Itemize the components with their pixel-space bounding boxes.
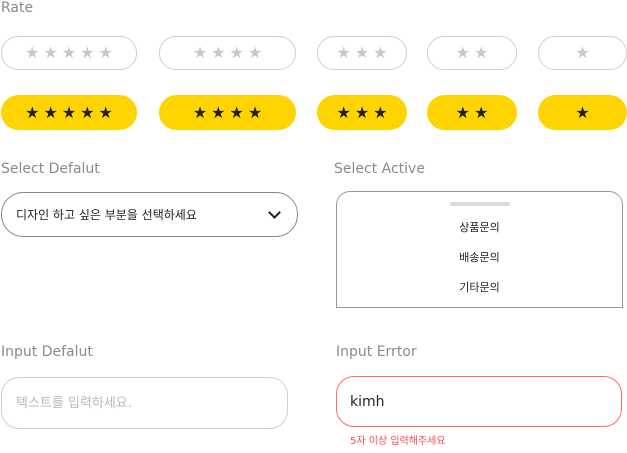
text-input-error-container — [336, 376, 622, 427]
option-item[interactable]: 상품문의 — [337, 219, 622, 235]
rating-option-5-filled[interactable]: ★ ★ ★ ★ ★ — [1, 95, 137, 130]
select-default-label: Select Defalut — [1, 161, 100, 177]
chevron-down-icon — [268, 206, 281, 219]
star-icon: ★ — [474, 43, 489, 62]
rate-label: Rate — [1, 0, 34, 16]
rating-option-4-filled[interactable]: ★ ★ ★ ★ — [159, 95, 296, 130]
star-icon: ★ — [575, 43, 590, 62]
star-icon: ★ — [98, 43, 113, 62]
rating-option-5-outline[interactable]: ★ ★ ★ ★ ★ — [1, 36, 137, 70]
rating-option-3-outline[interactable]: ★ ★ ★ — [317, 36, 407, 70]
star-icon: ★ — [247, 102, 263, 122]
star-icon: ★ — [192, 43, 208, 62]
star-icon: ★ — [192, 102, 208, 122]
rating-option-2-outline[interactable]: ★ ★ — [427, 36, 517, 70]
error-message: 5자 이상 입력해주세요 — [350, 436, 446, 447]
text-input-error[interactable] — [348, 392, 621, 411]
star-icon: ★ — [336, 43, 351, 62]
star-icon: ★ — [43, 43, 58, 62]
rating-option-2-filled[interactable]: ★ ★ — [427, 95, 517, 130]
star-icon: ★ — [354, 102, 370, 122]
star-icon: ★ — [25, 43, 40, 62]
star-icon: ★ — [80, 102, 95, 122]
star-icon: ★ — [373, 102, 388, 122]
sheet-handle[interactable] — [450, 202, 510, 206]
input-error-label: Input Errtor — [336, 344, 417, 360]
star-icon: ★ — [373, 43, 388, 62]
star-icon: ★ — [80, 43, 95, 62]
select-options-sheet: 상품문의 배송문의 기타문의 — [336, 191, 623, 308]
input-default-label: Input Defalut — [1, 344, 93, 360]
option-item[interactable]: 배송문의 — [337, 249, 622, 265]
rating-option-4-outline[interactable]: ★ ★ ★ ★ — [159, 36, 296, 70]
star-icon: ★ — [98, 102, 113, 122]
star-icon: ★ — [229, 43, 244, 62]
star-icon: ★ — [61, 43, 77, 62]
star-icon: ★ — [25, 102, 40, 122]
rating-option-1-filled[interactable]: ★ — [538, 95, 627, 130]
text-input-container — [1, 377, 288, 429]
star-icon: ★ — [575, 102, 590, 122]
star-icon: ★ — [43, 102, 58, 122]
star-icon: ★ — [455, 43, 470, 62]
star-icon: ★ — [354, 43, 370, 62]
select-active-label: Select Active — [334, 161, 425, 177]
text-input[interactable] — [14, 394, 287, 412]
select-value: 디자인 하고 싶은 부분을 선택하세요 — [16, 208, 197, 222]
star-icon: ★ — [211, 102, 226, 122]
select-dropdown[interactable]: 디자인 하고 싶은 부분을 선택하세요 — [1, 192, 298, 237]
rating-option-1-outline[interactable]: ★ — [538, 36, 627, 70]
star-icon: ★ — [211, 43, 226, 62]
star-icon: ★ — [229, 102, 244, 122]
option-item[interactable]: 기타문의 — [337, 279, 622, 295]
star-icon: ★ — [247, 43, 263, 62]
rating-option-3-filled[interactable]: ★ ★ ★ — [317, 95, 407, 130]
star-icon: ★ — [455, 102, 470, 122]
star-icon: ★ — [61, 102, 77, 122]
star-icon: ★ — [336, 102, 351, 122]
star-icon: ★ — [474, 102, 489, 122]
